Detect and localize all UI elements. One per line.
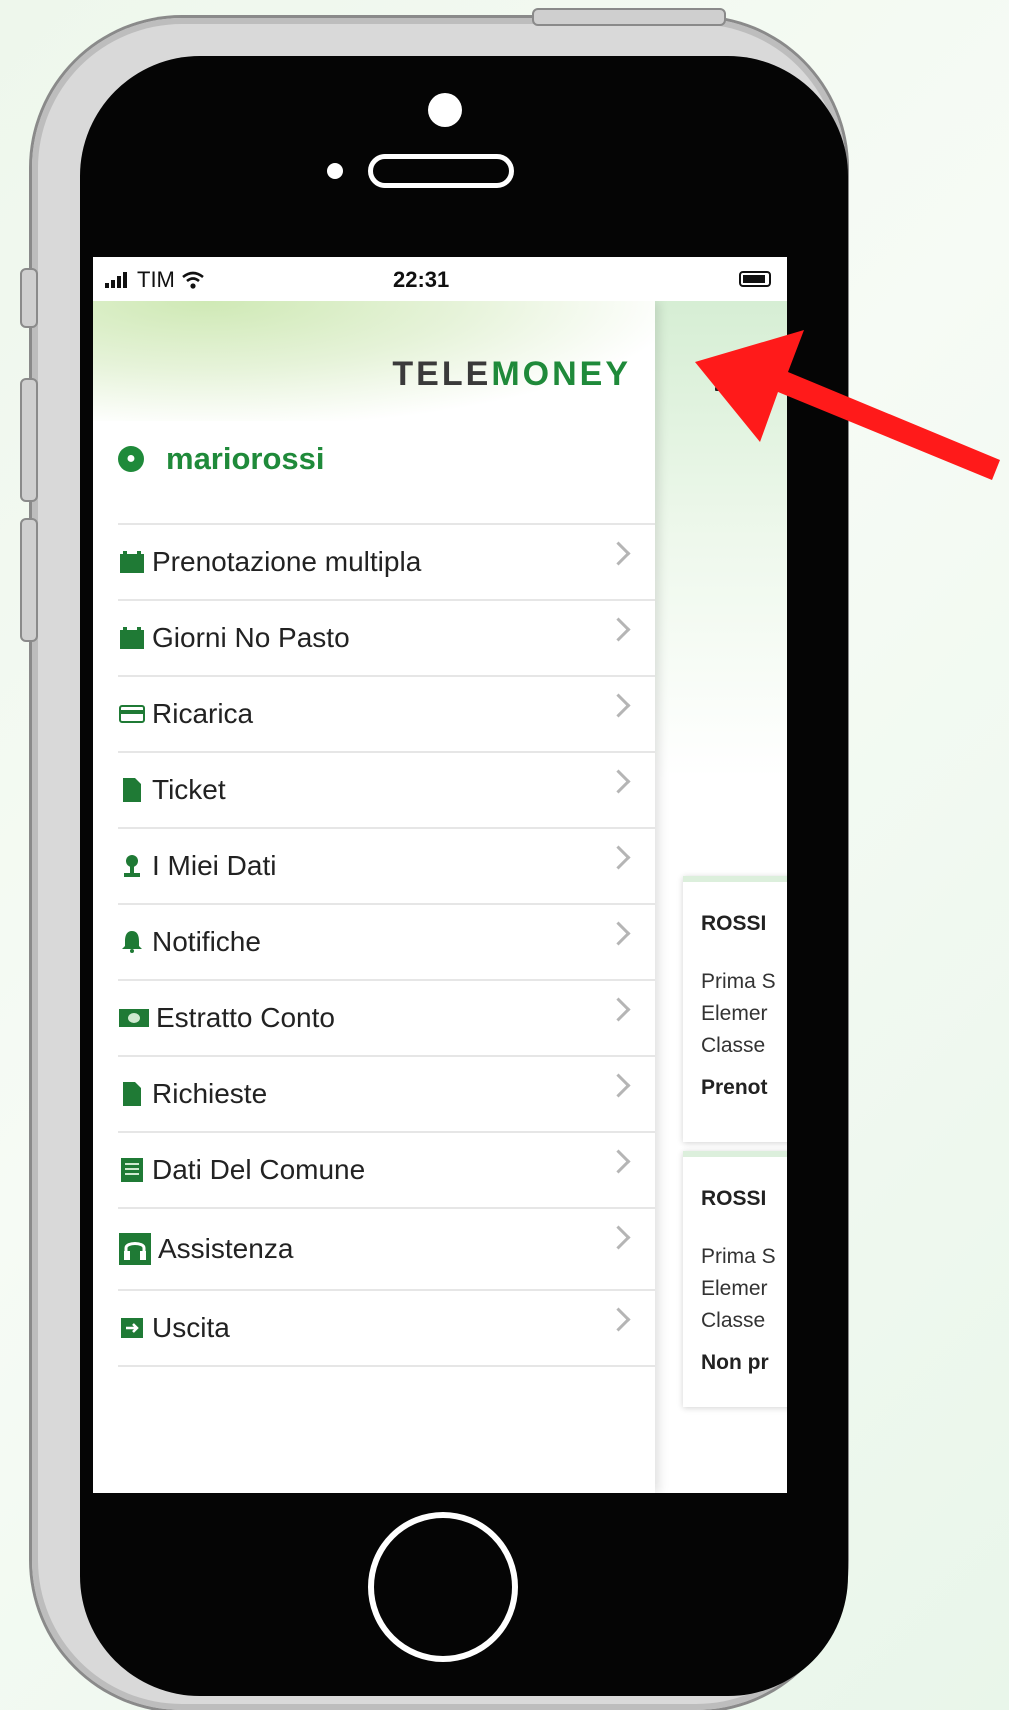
menu-item-label: Giorni No Pasto xyxy=(152,622,350,653)
bell-icon xyxy=(118,929,146,955)
clock: 22:31 xyxy=(393,267,450,292)
status-bar: TIM 22:31 xyxy=(93,257,787,301)
carrier-label: TIM xyxy=(137,267,175,292)
child-name: ROSSI xyxy=(701,912,767,935)
phone-screen: TIM 22:31 ROSSI Prima S Elemer Classe Pr… xyxy=(93,257,787,1493)
menu-item-ticket[interactable]: Ticket xyxy=(118,751,655,827)
red-arrow-annotation xyxy=(695,330,1000,480)
headset-icon xyxy=(118,1232,152,1266)
menu-item-i-miei-dati[interactable]: I Miei Dati xyxy=(118,827,655,903)
battery-icon xyxy=(739,271,771,287)
chevron-right-icon xyxy=(606,541,631,566)
document-icon xyxy=(118,1081,146,1107)
money-icon xyxy=(118,1005,150,1031)
card-line: Elemer xyxy=(701,1277,768,1300)
menu-item-dati-del-comune[interactable]: Dati Del Comune xyxy=(118,1131,655,1207)
earpiece-speaker xyxy=(368,154,514,188)
calendar-icon xyxy=(118,549,146,575)
menu-item-label: Estratto Conto xyxy=(156,1002,335,1033)
calendar-icon xyxy=(118,625,146,651)
menu-item-assistenza[interactable]: Assistenza xyxy=(118,1207,655,1289)
menu-item-estratto-conto[interactable]: Estratto Conto xyxy=(118,979,655,1055)
exit-icon xyxy=(118,1315,146,1341)
child-card-2[interactable]: ROSSI Prima S Elemer Classe Non pr xyxy=(683,1151,787,1407)
logo-text-2: MONEY xyxy=(491,355,631,393)
user-row[interactable]: ● mariorossi xyxy=(118,441,325,477)
signal-icon xyxy=(105,272,127,288)
card-status: Non pr xyxy=(701,1351,769,1374)
menu-item-giorni-no-pasto[interactable]: Giorni No Pasto xyxy=(118,599,655,675)
menu-item-label: Richieste xyxy=(152,1078,268,1109)
child-name: ROSSI xyxy=(701,1187,767,1210)
chevron-right-icon xyxy=(606,845,631,870)
wifi-icon xyxy=(182,271,204,289)
card-line: Elemer xyxy=(701,1002,768,1025)
chevron-right-icon xyxy=(606,997,631,1022)
username: mariorossi xyxy=(166,441,325,476)
book-icon xyxy=(118,1157,146,1183)
menu-item-label: Uscita xyxy=(152,1312,230,1343)
drawer-header: TELEMONEY xyxy=(93,301,655,421)
sensor xyxy=(327,163,343,179)
chevron-right-icon xyxy=(606,769,631,794)
card-line: Prima S xyxy=(701,1245,776,1268)
card-line: Classe xyxy=(701,1034,766,1057)
volume-down-button xyxy=(20,518,38,642)
menu-item-label: Dati Del Comune xyxy=(152,1154,366,1185)
silent-switch xyxy=(20,268,38,328)
logo-text-1: TELE xyxy=(392,355,492,393)
card-line: Classe xyxy=(701,1309,766,1332)
card-status: Prenot xyxy=(701,1076,768,1099)
telemoney-logo: TELEMONEY xyxy=(392,355,631,394)
menu-item-label: Prenotazione multipla xyxy=(152,546,422,577)
credit-card-icon xyxy=(118,701,146,727)
menu-item-label: Notifiche xyxy=(152,926,261,957)
front-camera xyxy=(428,93,462,127)
chevron-right-icon xyxy=(606,1225,631,1250)
child-card-1[interactable]: ROSSI Prima S Elemer Classe Prenot xyxy=(683,876,787,1142)
drawer-menu: Prenotazione multipla Giorni No Pasto Ri… xyxy=(118,523,655,1367)
chevron-right-icon xyxy=(606,921,631,946)
user-avatar-icon: ● xyxy=(118,446,144,472)
chevron-right-icon xyxy=(606,1073,631,1098)
document-icon xyxy=(118,777,146,803)
chevron-right-icon xyxy=(606,1307,631,1332)
menu-item-label: I Miei Dati xyxy=(152,850,277,881)
power-button xyxy=(532,8,726,26)
card-line: Prima S xyxy=(701,970,776,993)
menu-item-richieste[interactable]: Richieste xyxy=(118,1055,655,1131)
menu-item-label: Ricarica xyxy=(152,698,254,729)
menu-item-label: Ticket xyxy=(152,774,226,805)
chevron-right-icon xyxy=(606,617,631,642)
chevron-right-icon xyxy=(606,1149,631,1174)
volume-up-button xyxy=(20,378,38,502)
menu-item-ricarica[interactable]: Ricarica xyxy=(118,675,655,751)
menu-item-notifiche[interactable]: Notifiche xyxy=(118,903,655,979)
menu-item-label: Assistenza xyxy=(158,1233,294,1264)
home-button[interactable] xyxy=(368,1512,518,1662)
menu-item-prenotazione-multipla[interactable]: Prenotazione multipla xyxy=(118,523,655,599)
side-drawer: TELEMONEY ● mariorossi Prenotazione mult… xyxy=(93,301,655,1493)
chevron-right-icon xyxy=(606,693,631,718)
user-icon xyxy=(118,853,146,879)
menu-item-uscita[interactable]: Uscita xyxy=(118,1289,655,1367)
